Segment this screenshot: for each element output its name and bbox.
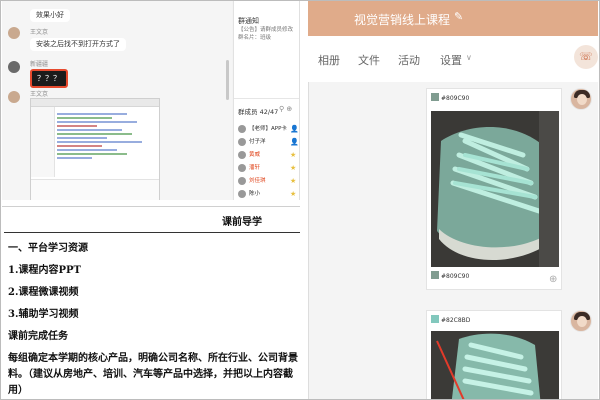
photo-card[interactable]: #82C8BD: [426, 310, 562, 400]
sneaker-image: [431, 111, 559, 267]
star-icon: ★: [290, 177, 297, 185]
group-info-panel: 群通知 【公告】请群成员修改群名片：班级 群成员 42/47 ⚲ ⊕ 【老师】A…: [233, 0, 299, 200]
person-icon: 👤: [290, 125, 299, 133]
member-item[interactable]: 陈小 ★: [238, 189, 299, 199]
sender-name: 新疆疆: [30, 61, 49, 68]
add-member-icon[interactable]: ⊕: [286, 105, 292, 113]
swatch-chip: [431, 315, 439, 323]
tab-album[interactable]: 相册: [318, 52, 340, 68]
avatar[interactable]: [570, 310, 592, 332]
color-swatch-label: #82C8BD: [431, 315, 470, 324]
avatar: [238, 151, 246, 159]
app-header: 视觉营销线上课程 ✎: [308, 0, 598, 36]
avatar[interactable]: [8, 61, 20, 73]
swatch-chip: [431, 271, 439, 279]
sender-name: 王文京: [30, 91, 49, 98]
edit-icon[interactable]: ✎: [454, 10, 463, 23]
thumbnail-sidebar: [31, 107, 55, 177]
list-item: 2.课程微课视频: [8, 287, 79, 298]
avatar: [238, 190, 246, 198]
member-item[interactable]: 付子洋 👤: [238, 137, 299, 147]
chat-message-list[interactable]: 效果小好 王文京 安装之后找不到打开方式了 新疆疆 ？？？ 王文京: [2, 0, 232, 200]
member-name: 黄威: [249, 152, 261, 158]
star-icon: ★: [290, 151, 297, 159]
member-item[interactable]: 黄威 ★: [238, 150, 299, 160]
list-item: 3.辅助学习视频: [8, 309, 79, 320]
shoe-photo[interactable]: [431, 111, 559, 267]
member-item[interactable]: 潘轩 ★: [238, 163, 299, 173]
avatar[interactable]: [8, 27, 20, 39]
page-title: 视觉营销线上课程: [354, 13, 451, 27]
zoom-icon[interactable]: ⊕: [549, 274, 557, 285]
avatar: [238, 138, 246, 146]
star-icon: ★: [290, 164, 297, 172]
document-title: 课前导学: [222, 217, 262, 228]
color-swatch-label: #809C90: [431, 271, 469, 280]
color-swatch-label: #809C90: [431, 93, 469, 102]
album-feed[interactable]: #809C90 #809C90 ⊕ #82C8BD: [308, 82, 598, 400]
paragraph-line: 用）: [8, 385, 28, 396]
thumbnail-console: [31, 179, 159, 200]
members-title: 群成员 42/47: [238, 108, 279, 116]
member-item[interactable]: 【老师】APP卡 👤: [238, 124, 299, 134]
section-heading: 一、平台学习资源: [8, 243, 88, 254]
members-toolbar: ⚲ ⊕: [279, 105, 292, 113]
person-icon: 👤: [290, 138, 299, 146]
chat-window: 效果小好 王文京 安装之后找不到打开方式了 新疆疆 ？？？ 王文京 群通知 【公…: [2, 0, 300, 200]
member-item[interactable]: 刘佳琪 ★: [238, 176, 299, 186]
avatar[interactable]: [8, 91, 20, 103]
tab-files[interactable]: 文件: [358, 52, 380, 68]
member-name: 刘佳琪: [249, 178, 266, 184]
member-name: 付子洋: [249, 139, 266, 145]
message-bubble: 效果小好: [30, 9, 70, 22]
phone-icon[interactable]: ☏: [574, 45, 598, 69]
group-notice-title: 群通知: [238, 17, 259, 25]
thumbnail-code-area: [57, 111, 157, 175]
scrollbar[interactable]: [226, 60, 229, 100]
list-item: 1.课程内容PPT: [8, 265, 81, 276]
sender-name: 王文京: [30, 29, 49, 36]
document-page: 课前导学 一、平台学习资源 1.课程内容PPT 2.课程微课视频 3.辅助学习视…: [2, 206, 300, 398]
avatar: [238, 164, 246, 172]
chevron-down-icon[interactable]: ∨: [466, 53, 472, 62]
avatar: [238, 125, 246, 133]
tab-bar: 相册 文件 活动 设置 ∨: [308, 36, 598, 82]
screenshot-composite: 效果小好 王文京 安装之后找不到打开方式了 新疆疆 ？？？ 王文京 群通知 【公…: [0, 0, 600, 400]
sneaker-image: [431, 331, 559, 400]
search-icon[interactable]: ⚲: [279, 105, 284, 113]
tab-settings[interactable]: 设置: [440, 52, 462, 68]
tab-activities[interactable]: 活动: [398, 52, 420, 68]
message-bubble-highlighted: ？？？: [30, 69, 68, 88]
member-name: 潘轩: [249, 165, 261, 171]
paragraph-line: 每组确定本学期的核心产品，明确公司名称、所在行业、公司背景: [8, 353, 298, 364]
shoe-photo[interactable]: [431, 331, 559, 400]
member-name: 陈小: [249, 191, 261, 197]
divider: [308, 82, 309, 400]
photo-card[interactable]: #809C90 #809C90: [426, 88, 562, 290]
thumbnail-toolbar: [31, 99, 159, 107]
avatar: [238, 177, 246, 185]
member-name: 【老师】APP卡: [249, 126, 287, 132]
image-message-thumbnail[interactable]: [30, 98, 160, 200]
divider: [4, 232, 300, 233]
paragraph-line: 料。（建议从房地产、培训、汽车等产品中选择，并把以上内容截: [8, 369, 293, 380]
section-heading: 课前完成任务: [8, 331, 68, 342]
avatar[interactable]: [570, 88, 592, 110]
course-app: 视觉营销线上课程 ✎ 相册 文件 活动 设置 ∨ ☏ #809C90 #809C…: [308, 0, 598, 400]
divider: [234, 98, 299, 99]
swatch-chip: [431, 93, 439, 101]
star-icon: ★: [290, 190, 297, 198]
message-bubble: 安装之后找不到打开方式了: [30, 38, 126, 51]
group-notice-text[interactable]: 【公告】请群成员修改群名片：班级: [238, 27, 298, 42]
